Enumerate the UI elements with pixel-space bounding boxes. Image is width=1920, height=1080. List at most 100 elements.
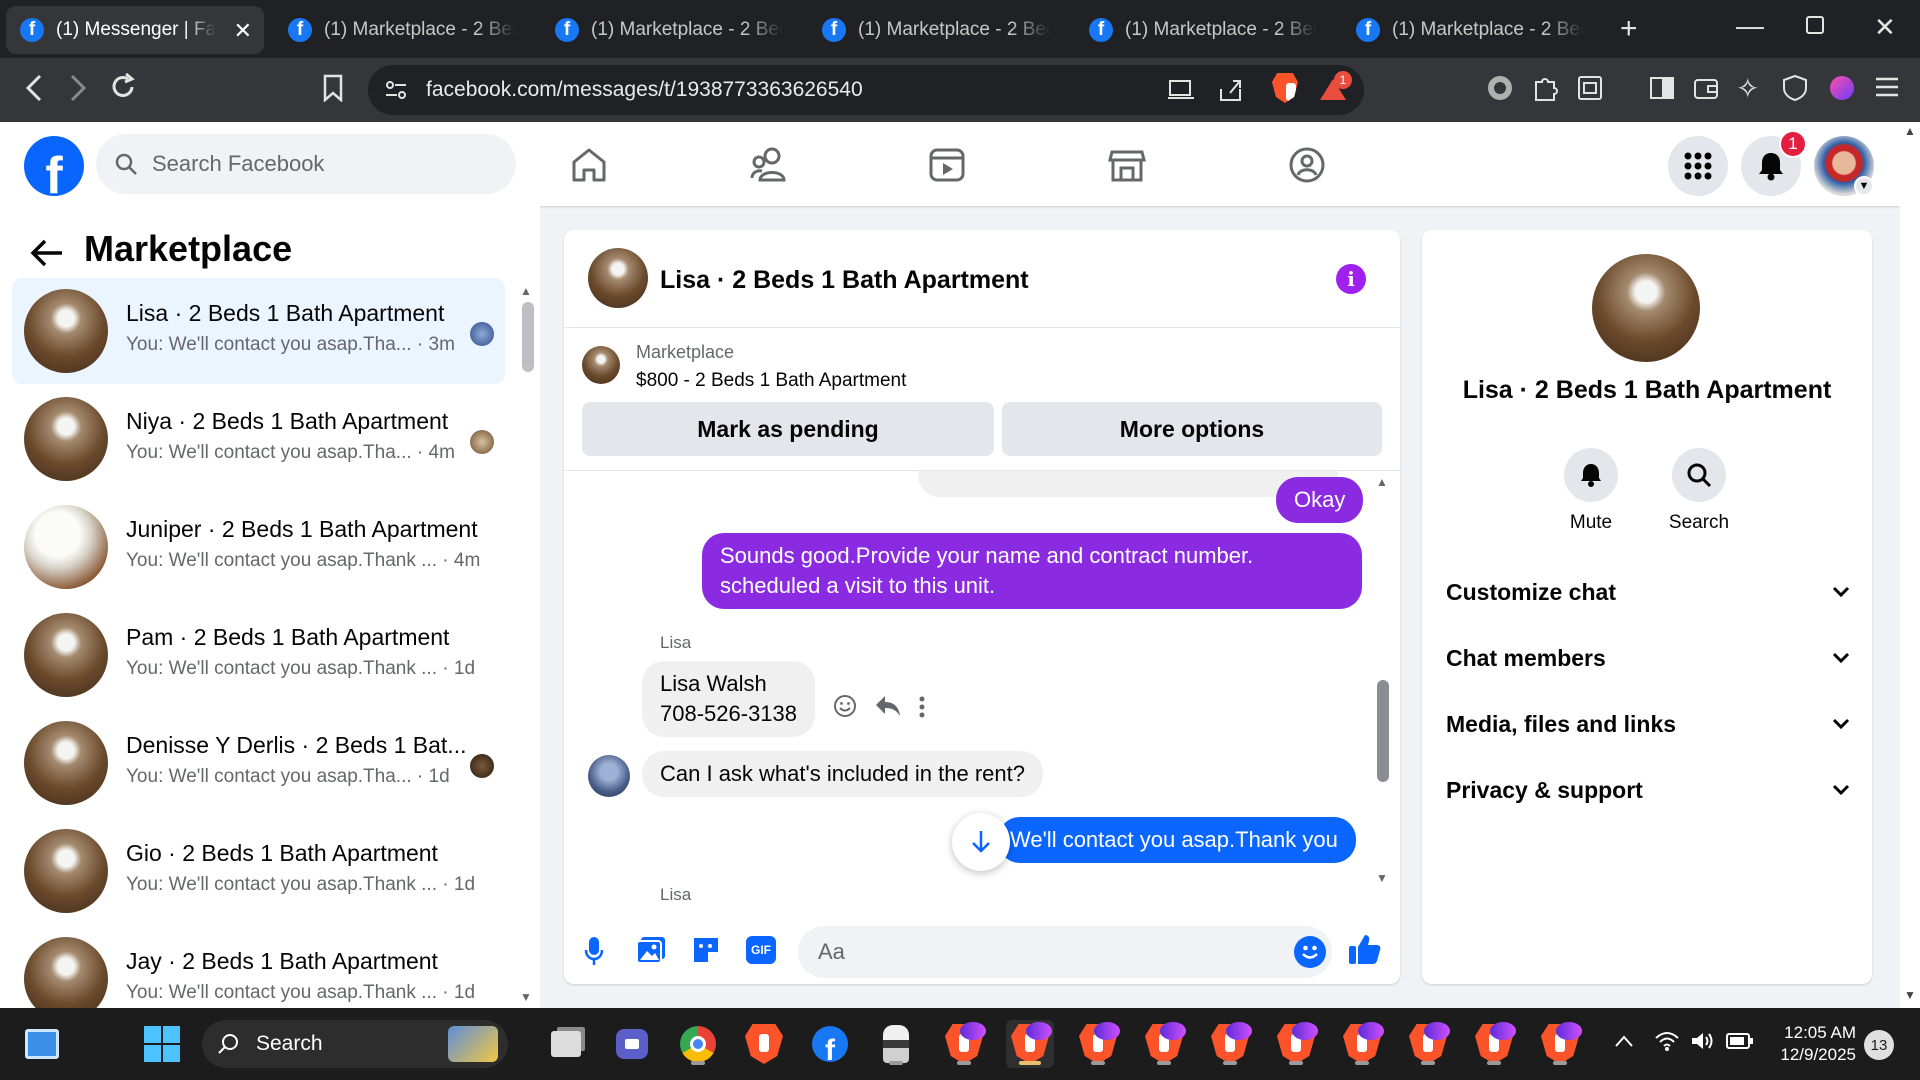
more-options-button[interactable]: More options xyxy=(1002,402,1382,456)
extension-record-icon[interactable] xyxy=(1488,76,1512,100)
browser-menu-icon[interactable] xyxy=(1874,74,1900,100)
browser-tab-marketplace-4[interactable]: f (1) Marketplace - 2 Beds xyxy=(1075,6,1331,54)
search-conversation-button[interactable]: Search xyxy=(1654,448,1744,534)
brave-browser-icon[interactable] xyxy=(740,1020,788,1068)
close-window-button[interactable]: ✕ xyxy=(1874,12,1896,43)
notifications-button[interactable]: 1 xyxy=(1741,130,1807,196)
site-settings-icon[interactable] xyxy=(384,79,408,101)
privacy-support-section[interactable]: Privacy & support xyxy=(1446,770,1850,810)
video-icon[interactable] xyxy=(928,146,966,184)
sidebar-toggle-icon[interactable] xyxy=(1648,74,1676,102)
reload-icon[interactable] xyxy=(108,72,138,102)
extensions-puzzle-icon[interactable] xyxy=(1532,74,1560,102)
message-input[interactable]: Aa xyxy=(798,926,1332,978)
brave-window-icon-7[interactable] xyxy=(1338,1020,1386,1068)
thumbs-up-icon[interactable] xyxy=(1348,932,1382,966)
sender-avatar[interactable] xyxy=(588,755,630,797)
react-emoji-icon[interactable] xyxy=(832,693,858,719)
brave-window-icon-5[interactable] xyxy=(1206,1020,1254,1068)
taskbar-search-box[interactable]: Search xyxy=(202,1020,508,1068)
forward-icon[interactable] xyxy=(66,70,90,106)
groups-icon[interactable] xyxy=(1288,146,1326,184)
install-app-icon[interactable] xyxy=(1168,79,1196,101)
facebook-app-icon[interactable]: f xyxy=(806,1020,854,1068)
photo-attach-icon[interactable] xyxy=(636,936,666,964)
reply-icon[interactable] xyxy=(874,693,902,719)
profile-icon[interactable] xyxy=(1830,76,1854,100)
chat-avatar[interactable] xyxy=(588,248,648,308)
conversation-item-jay[interactable]: Jay · 2 Beds 1 Bath Apartment You: We'll… xyxy=(12,926,505,1008)
back-arrow-icon[interactable] xyxy=(30,238,64,268)
browser-tab-marketplace-1[interactable]: f (1) Marketplace - 2 Beds xyxy=(274,6,530,54)
notification-center-badge[interactable]: 13 xyxy=(1864,1030,1894,1060)
brave-window-icon-1[interactable] xyxy=(940,1020,988,1068)
scroll-to-bottom-button[interactable] xyxy=(952,813,1010,871)
thread-scroll-down-arrow[interactable]: ▼ xyxy=(1376,871,1388,885)
conversation-item-gio[interactable]: Gio · 2 Beds 1 Bath Apartment You: We'll… xyxy=(12,818,505,924)
mark-as-pending-button[interactable]: Mark as pending xyxy=(582,402,994,456)
show-hidden-icons-chevron[interactable] xyxy=(1614,1034,1634,1048)
mute-button[interactable]: Mute xyxy=(1546,448,1636,534)
scroll-up-arrow[interactable]: ▲ xyxy=(520,284,532,298)
page-scrollbar[interactable]: ▲ ▼ xyxy=(1900,122,1920,1008)
microphone-icon[interactable] xyxy=(584,936,604,966)
restore-window-button[interactable] xyxy=(1806,16,1824,34)
brave-rewards-icon[interactable]: 1 xyxy=(1318,71,1352,103)
browser-tab-messenger[interactable]: f (1) Messenger | Facebook ✕ xyxy=(6,6,264,54)
conversation-item-juniper[interactable]: Juniper · 2 Beds 1 Bath Apartment You: W… xyxy=(12,494,505,600)
conversation-item-lisa[interactable]: Lisa · 2 Beds 1 Bath Apartment You: We'l… xyxy=(12,278,505,384)
widgets-icon[interactable] xyxy=(18,1020,66,1068)
brave-window-icon-4[interactable] xyxy=(1140,1020,1188,1068)
wifi-icon[interactable] xyxy=(1654,1030,1680,1052)
leo-ai-icon[interactable]: ✧ xyxy=(1736,72,1759,105)
page-scroll-up-arrow[interactable]: ▲ xyxy=(1904,124,1916,138)
reader-mode-icon[interactable] xyxy=(1576,74,1604,102)
bookmark-icon[interactable] xyxy=(322,74,344,102)
message-thread-scrollbar[interactable] xyxy=(1377,680,1389,782)
home-icon[interactable] xyxy=(570,146,608,184)
browser-tab-marketplace-5[interactable]: f (1) Marketplace - 2 Beds xyxy=(1342,6,1598,54)
chrome-icon[interactable] xyxy=(674,1020,722,1068)
conversation-item-niya[interactable]: Niya · 2 Beds 1 Bath Apartment You: We'l… xyxy=(12,386,505,492)
brave-shields-icon[interactable] xyxy=(1272,73,1298,103)
app-character-icon[interactable] xyxy=(872,1020,920,1068)
brave-window-icon-9[interactable] xyxy=(1470,1020,1518,1068)
profile-name[interactable]: Lisa · 2 Beds 1 Bath Apartment xyxy=(1422,376,1872,405)
friends-icon[interactable] xyxy=(750,146,790,184)
gif-icon[interactable]: GIF xyxy=(746,936,776,964)
minimize-window-button[interactable]: — xyxy=(1736,10,1764,42)
brave-window-icon-2-active[interactable] xyxy=(1006,1020,1054,1068)
windows-start-icon[interactable] xyxy=(138,1020,186,1068)
brave-window-icon-6[interactable] xyxy=(1272,1020,1320,1068)
chat-members-section[interactable]: Chat members xyxy=(1446,638,1850,678)
vpn-shield-icon[interactable] xyxy=(1782,74,1808,102)
address-bar[interactable]: facebook.com/messages/t/1938773363626540… xyxy=(368,65,1364,115)
listing-thumbnail[interactable] xyxy=(582,346,620,384)
conversation-list-scrollbar[interactable] xyxy=(522,302,534,372)
share-icon[interactable] xyxy=(1218,77,1244,103)
conversation-item-pam[interactable]: Pam · 2 Beds 1 Bath Apartment You: We'll… xyxy=(12,602,505,708)
facebook-search-input[interactable]: Search Facebook xyxy=(96,134,516,194)
new-tab-button[interactable]: + xyxy=(1620,12,1638,46)
browser-tab-marketplace-2[interactable]: f (1) Marketplace - 2 Beds xyxy=(541,6,797,54)
emoji-icon[interactable] xyxy=(1294,936,1326,968)
sticker-icon[interactable] xyxy=(692,936,720,964)
system-clock[interactable]: 12:05 AM 12/9/2025 xyxy=(1760,1022,1856,1066)
teams-chat-icon[interactable] xyxy=(608,1020,656,1068)
back-icon[interactable] xyxy=(22,70,46,106)
task-view-icon[interactable] xyxy=(542,1020,590,1068)
marketplace-icon[interactable] xyxy=(1108,146,1146,184)
chat-title[interactable]: Lisa · 2 Beds 1 Bath Apartment xyxy=(660,266,1029,295)
close-tab-icon[interactable]: ✕ xyxy=(234,18,252,44)
brave-window-icon-3[interactable] xyxy=(1074,1020,1122,1068)
more-actions-icon[interactable] xyxy=(918,695,926,719)
facebook-logo-icon[interactable]: f xyxy=(24,136,84,196)
thread-scroll-up-arrow[interactable]: ▲ xyxy=(1376,475,1388,489)
customize-chat-section[interactable]: Customize chat xyxy=(1446,572,1850,612)
browser-tab-marketplace-3[interactable]: f (1) Marketplace - 2 Beds xyxy=(808,6,1064,54)
info-icon[interactable]: i xyxy=(1336,264,1366,294)
account-avatar[interactable]: ▼ xyxy=(1814,136,1874,196)
brave-window-icon-10[interactable] xyxy=(1536,1020,1584,1068)
listing-title[interactable]: $800 - 2 Beds 1 Bath Apartment xyxy=(636,370,906,392)
media-files-links-section[interactable]: Media, files and links xyxy=(1446,704,1850,744)
